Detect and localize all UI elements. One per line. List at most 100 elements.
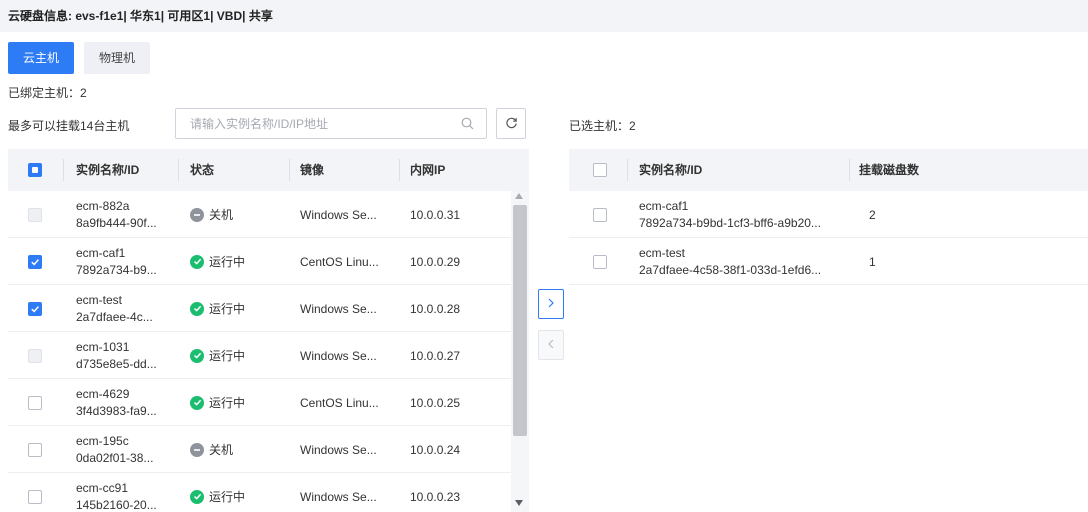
host-type-tabs: 云主机 物理机 bbox=[8, 42, 151, 74]
select-all-checkbox[interactable] bbox=[28, 163, 42, 177]
instance-id: 2a7dfaee-4c... bbox=[76, 309, 153, 324]
instance-id: 0da02f01-38... bbox=[76, 450, 154, 465]
row-checkbox bbox=[28, 348, 42, 363]
running-status-icon bbox=[190, 489, 204, 504]
table-row[interactable]: ecm-caf1 7892a734-b9bd-1cf3-bff6-a9b20..… bbox=[569, 191, 1088, 238]
instance-name: ecm-195c bbox=[76, 433, 129, 448]
column-header-name-id[interactable]: 实例名称/ID bbox=[76, 149, 139, 191]
private-ip-cell: 10.0.0.23 bbox=[410, 489, 461, 504]
column-header-status[interactable]: 状态 bbox=[190, 149, 214, 191]
column-divider bbox=[627, 159, 628, 181]
instance-id: d735e8e5-dd... bbox=[76, 356, 157, 371]
status-text: 运行中 bbox=[209, 302, 246, 316]
instance-id: 2a7dfaee-4c58-38f1-033d-1efd6... bbox=[639, 262, 822, 277]
image-cell: CentOS Linu... bbox=[300, 254, 379, 269]
column-header-private-ip[interactable]: 内网IP bbox=[410, 149, 445, 191]
table-row[interactable]: ecm-882a 8a9fb444-90f... 关机 Windows Se..… bbox=[8, 191, 511, 238]
disk-count-cell: 1 bbox=[869, 254, 876, 269]
search-icon[interactable] bbox=[461, 117, 474, 130]
column-header-image[interactable]: 镜像 bbox=[300, 149, 324, 191]
selected-hosts-count: 已选主机：2 bbox=[569, 119, 636, 133]
table-row[interactable]: ecm-caf1 7892a734-b9... 运行中 CentOS Linu.… bbox=[8, 238, 511, 285]
chevron-left-icon bbox=[547, 338, 555, 352]
scroll-up-arrow-icon[interactable] bbox=[515, 193, 523, 199]
private-ip-cell: 10.0.0.25 bbox=[410, 395, 461, 410]
table-row[interactable]: ecm-test 2a7dfaee-4c58-38f1-033d-1efd6..… bbox=[569, 238, 1088, 285]
refresh-icon bbox=[505, 116, 518, 132]
instance-id: 3f4d3983-fa9... bbox=[76, 403, 157, 418]
instance-name-id: ecm-1031 d735e8e5-dd... bbox=[76, 332, 157, 379]
search-box bbox=[175, 108, 487, 139]
running-status-icon bbox=[190, 254, 204, 269]
vertical-scrollbar[interactable] bbox=[511, 191, 529, 512]
available-hosts-list: ecm-882a 8a9fb444-90f... 关机 Windows Se..… bbox=[8, 191, 511, 512]
status-cell: 运行中 bbox=[190, 332, 245, 379]
table-row[interactable]: ecm-cc91 145b2160-20... 运行中 Windows Se..… bbox=[8, 473, 511, 512]
column-divider bbox=[178, 159, 179, 181]
instance-name-id: ecm-caf1 7892a734-b9... bbox=[76, 238, 157, 285]
tab-cloud-host[interactable]: 云主机 bbox=[8, 42, 75, 74]
move-to-available-button[interactable] bbox=[538, 330, 564, 360]
status-cell: 关机 bbox=[190, 426, 233, 473]
image-cell: Windows Se... bbox=[300, 348, 377, 363]
instance-id: 7892a734-b9... bbox=[76, 262, 157, 277]
move-to-selected-button[interactable] bbox=[538, 289, 564, 319]
row-checkbox[interactable] bbox=[28, 442, 42, 457]
instance-name: ecm-4629 bbox=[76, 386, 130, 401]
private-ip-cell: 10.0.0.29 bbox=[410, 254, 461, 269]
instance-name-id: ecm-cc91 145b2160-20... bbox=[76, 473, 157, 512]
image-cell: Windows Se... bbox=[300, 489, 377, 504]
chevron-right-icon bbox=[547, 297, 555, 311]
status-text: 运行中 bbox=[209, 396, 246, 410]
available-hosts-table-header: 实例名称/ID 状态 镜像 内网IP bbox=[8, 149, 529, 191]
tab-physical-host[interactable]: 物理机 bbox=[84, 42, 151, 74]
stopped-status-icon bbox=[190, 207, 204, 222]
private-ip-cell: 10.0.0.24 bbox=[410, 442, 461, 457]
column-header-disk-count[interactable]: 挂载磁盘数 bbox=[859, 149, 919, 191]
running-status-icon bbox=[190, 301, 204, 316]
column-header-name-id[interactable]: 实例名称/ID bbox=[639, 149, 702, 191]
instance-id: 7892a734-b9bd-1cf3-bff6-a9b20... bbox=[639, 215, 821, 230]
row-checkbox[interactable] bbox=[28, 301, 42, 316]
status-cell: 关机 bbox=[190, 191, 233, 238]
header-checkbox-cell bbox=[28, 149, 42, 191]
row-checkbox[interactable] bbox=[593, 254, 607, 269]
private-ip-cell: 10.0.0.31 bbox=[410, 207, 461, 222]
status-text: 运行中 bbox=[209, 255, 246, 269]
stopped-status-icon bbox=[190, 442, 204, 457]
disk-count-cell: 2 bbox=[869, 207, 876, 222]
refresh-button[interactable] bbox=[496, 108, 526, 139]
status-text: 运行中 bbox=[209, 349, 246, 363]
private-ip-cell: 10.0.0.27 bbox=[410, 348, 461, 363]
row-checkbox[interactable] bbox=[28, 489, 42, 504]
image-cell: Windows Se... bbox=[300, 301, 377, 316]
table-row[interactable]: ecm-4629 3f4d3983-fa9... 运行中 CentOS Linu… bbox=[8, 379, 511, 426]
instance-name-id: ecm-195c 0da02f01-38... bbox=[76, 426, 153, 473]
selected-hosts-table-header: 实例名称/ID 挂载磁盘数 bbox=[569, 149, 1088, 191]
column-divider bbox=[849, 159, 850, 181]
column-divider bbox=[289, 159, 290, 181]
row-checkbox[interactable] bbox=[28, 395, 42, 410]
table-row[interactable]: ecm-1031 d735e8e5-dd... 运行中 Windows Se..… bbox=[8, 332, 511, 379]
instance-name: ecm-1031 bbox=[76, 339, 130, 354]
column-divider bbox=[399, 159, 400, 181]
status-cell: 运行中 bbox=[190, 238, 245, 285]
table-row[interactable]: ecm-195c 0da02f01-38... 关机 Windows Se...… bbox=[8, 426, 511, 473]
status-cell: 运行中 bbox=[190, 379, 245, 426]
row-checkbox[interactable] bbox=[28, 254, 42, 269]
instance-name: ecm-882a bbox=[76, 198, 130, 213]
running-status-icon bbox=[190, 348, 204, 363]
table-row[interactable]: ecm-test 2a7dfaee-4c... 运行中 Windows Se..… bbox=[8, 285, 511, 332]
image-cell: Windows Se... bbox=[300, 207, 377, 222]
instance-name-id: ecm-4629 3f4d3983-fa9... bbox=[76, 379, 157, 426]
status-text: 运行中 bbox=[209, 490, 246, 504]
search-input[interactable] bbox=[190, 109, 450, 138]
row-checkbox[interactable] bbox=[593, 207, 607, 222]
status-text: 关机 bbox=[209, 443, 234, 457]
scroll-thumb[interactable] bbox=[513, 205, 527, 436]
instance-name: ecm-test bbox=[76, 292, 123, 307]
disk-info-bar: 云硬盘信息: evs-f1e1| 华东1| 可用区1| VBD| 共享 bbox=[0, 0, 1088, 32]
scroll-down-arrow-icon[interactable] bbox=[515, 500, 523, 506]
select-all-selected-checkbox[interactable] bbox=[593, 163, 607, 177]
status-cell: 运行中 bbox=[190, 285, 245, 332]
